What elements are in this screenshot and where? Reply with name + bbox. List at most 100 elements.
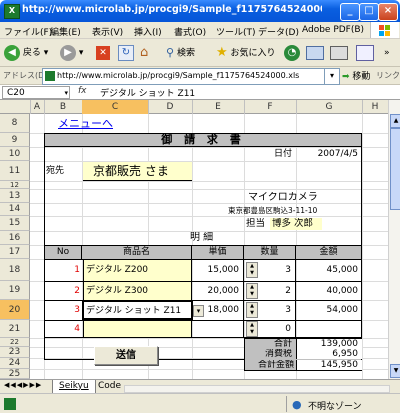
name-box-dropdown-icon[interactable]: ▾ [64,87,68,99]
row-header-17[interactable]: 17 [0,245,30,259]
globe-icon: ● [292,398,302,411]
page-icon [45,71,55,81]
close-button[interactable]: × [378,3,398,21]
address-url: http://www.microlab.jp/procgi9/Sample_f1… [57,71,300,80]
item-no: 3 [74,305,80,315]
formula-bar: C20 ▾ fx デジタル ショット Z11 [0,85,400,100]
col-header-e[interactable]: E [192,100,245,114]
col-header-h[interactable]: H [362,100,389,114]
qty-spinner[interactable]: ▲ ▼ [246,262,258,278]
history-icon: ◔ [284,44,300,61]
menu-link[interactable]: メニューへ [58,116,113,132]
company-address: 東京都豊島区駒込3-11-10 [228,206,318,215]
col-header-f[interactable]: F [244,100,297,114]
row-header-13[interactable]: 13 [0,189,30,203]
qty-spinner[interactable]: ▲ ▼ [246,302,258,318]
product-field[interactable] [83,321,192,337]
row-header-8[interactable]: 8 [0,114,30,133]
row-header-21[interactable]: 21 [0,320,30,338]
row-header-22[interactable]: 22 [0,338,30,347]
row-header-16[interactable]: 16 [0,231,30,245]
menu-adobe-pdf[interactable]: Adobe PDF(B) [302,25,364,35]
print-button[interactable] [330,43,348,63]
menu-format[interactable]: 書式(O) [174,25,206,38]
quantity: 3 [260,301,296,320]
horizontal-scrollbar[interactable] [124,385,390,393]
mail-button[interactable] [306,43,324,63]
product-field[interactable]: デジタル Z300 [83,282,192,300]
row-header-25[interactable]: 25 [0,369,30,379]
row-header-11[interactable]: 11 [0,161,30,181]
row-header-19[interactable]: 19 [0,281,30,300]
formula-content[interactable]: デジタル ショット Z11 [100,86,195,99]
address-input[interactable]: http://www.microlab.jp/procgi9/Sample_f1… [42,68,338,85]
status-bar: ● 不明なゾーン [0,393,400,413]
scroll-thumb[interactable] [390,128,400,210]
row-header-24[interactable]: 24 [0,358,30,369]
stop-button[interactable]: ✕ [96,43,110,63]
row-header-18[interactable]: 18 [0,259,30,281]
window-title: http://www.microlab.jp/procgi9/Sample_f1… [22,4,322,15]
name-box[interactable]: C20 ▾ [2,86,70,99]
sheet-tab-code[interactable]: Code [94,380,125,392]
row-header-9[interactable]: 9 [0,133,30,147]
home-icon: ⌂ [140,45,149,60]
menu-view[interactable]: 表示(V) [92,25,123,38]
menu-data[interactable]: データ(D) [258,25,299,38]
sheet-tab-seikyu[interactable]: Seikyu [52,380,96,394]
product-name: デジタル ショット Z11 [86,306,182,316]
vertical-scrollbar[interactable]: ▲ ▼ [388,100,400,379]
col-header-c[interactable]: C [82,100,149,114]
go-button[interactable]: ➡ 移動 [342,69,370,82]
product-field-selected[interactable]: デジタル ショット Z11 [82,300,193,320]
row-header-15[interactable]: 15 [0,216,30,231]
minimize-button[interactable]: _ [340,3,360,21]
menu-tools[interactable]: ツール(T) [216,25,256,38]
row-header-10[interactable]: 10 [0,147,30,161]
row-header-20[interactable]: 20 [0,300,30,320]
function-icon[interactable]: fx [78,86,87,96]
status-divider [286,396,287,412]
send-button[interactable]: 送信 [94,346,158,365]
menu-insert[interactable]: 挿入(I) [134,25,162,38]
col-header-b[interactable]: B [44,100,83,114]
refresh-button[interactable]: ↻ [118,43,134,63]
row-header-23[interactable]: 23 [0,347,30,358]
star-icon: ★ [216,45,228,60]
rep-name-field[interactable]: 博多 次郎 [270,218,322,230]
security-zone: 不明なゾーン [308,402,362,412]
select-all-corner[interactable] [0,100,31,114]
refresh-icon: ↻ [118,44,134,61]
search-label: 検索 [176,48,195,59]
links-label[interactable]: リンク [376,70,400,81]
menu-edit[interactable]: 編集(E) [50,25,81,38]
favorites-button[interactable]: ★ お気に入り [216,43,276,63]
product-field[interactable]: デジタル Z200 [83,260,192,281]
page-icon [4,398,16,410]
history-button[interactable]: ◔ [284,43,300,63]
worksheet-grid[interactable]: メニューへ 御 請 求 書 日付 2007/4/5 宛先 京都販売 さま マイク… [30,114,388,379]
search-button[interactable]: ⚲ 検索 [166,43,195,63]
forward-button[interactable]: ▶ ▾ [60,43,83,63]
scroll-up-icon[interactable]: ▲ [390,114,400,128]
maximize-button[interactable]: □ [359,3,379,21]
line-amount [296,321,362,337]
product-dropdown-icon[interactable]: ▾ [193,305,204,317]
col-header-a[interactable]: A [30,100,45,114]
customer-name-field[interactable]: 京都販売 さま [83,162,192,181]
address-dropdown-icon[interactable]: ▾ [324,68,340,85]
sheet-nav-arrows-icon[interactable]: ◀◀◀▶▶▶ [4,381,42,389]
row-header-12[interactable]: 12 [0,181,30,189]
qty-spinner[interactable]: ▲ ▼ [246,283,258,299]
home-button[interactable]: ⌂ [140,43,148,63]
row-header-14[interactable]: 14 [0,203,30,216]
qty-spinner[interactable]: ▲ ▼ [246,321,258,337]
col-header-d[interactable]: D [148,100,193,114]
more-chevron-icon[interactable]: » [384,43,390,63]
scroll-down-icon[interactable]: ▼ [390,364,400,378]
menu-file[interactable]: ファイル(F) [4,25,52,38]
line-amount: 40,000 [326,286,359,296]
back-button[interactable]: ◀ 戻る ▾ [4,43,48,63]
edit-button[interactable] [356,43,374,63]
col-header-g[interactable]: G [296,100,363,114]
